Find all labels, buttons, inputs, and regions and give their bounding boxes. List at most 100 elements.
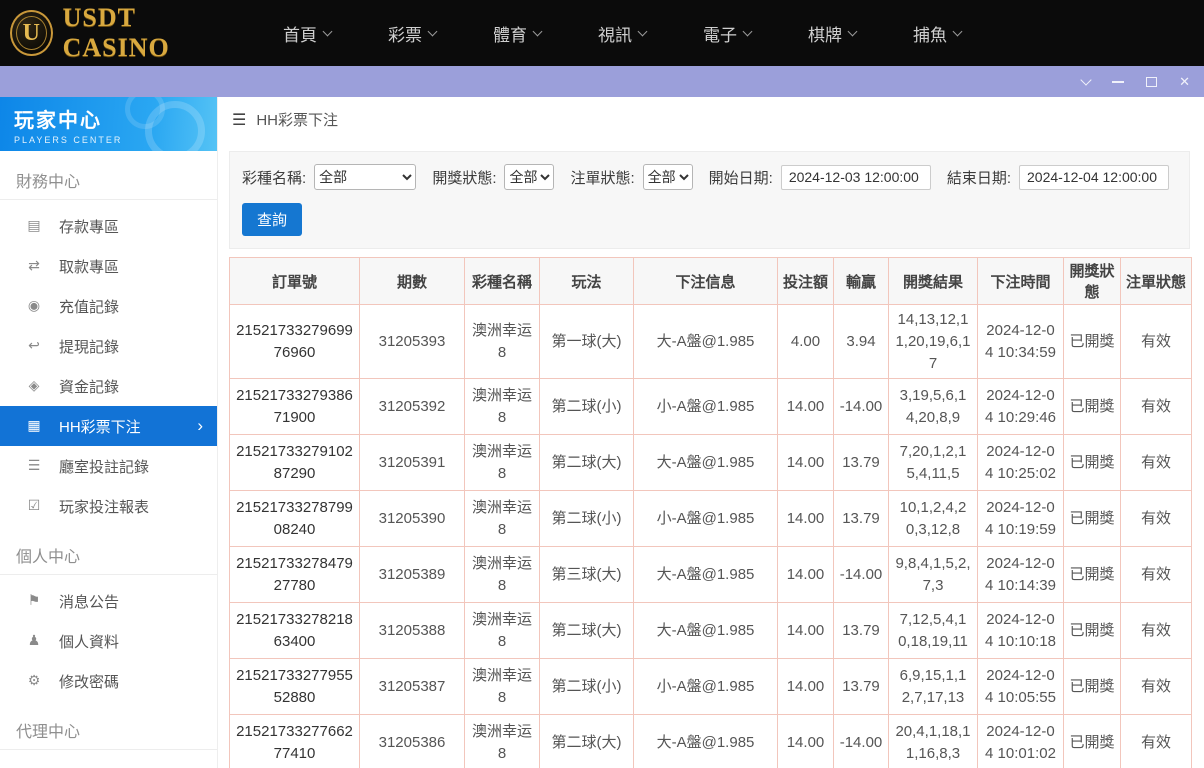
sidebar-item-label: 廳室投註記錄 <box>59 458 150 476</box>
table-cell: 2024-12-04 10:34:59 <box>977 303 1064 380</box>
table-cell: 14.00 <box>777 658 834 716</box>
start-date-input[interactable] <box>780 164 931 190</box>
chevron-down-icon <box>952 26 963 36</box>
table-cell: 有效 <box>1120 714 1192 768</box>
page-title: HH彩票下注 <box>256 111 339 129</box>
column-header: 下注時間 <box>977 257 1064 305</box>
table-cell: 小-A盤@1.985 <box>633 658 778 716</box>
table-cell: 3,19,5,6,14,20,8,9 <box>888 378 978 436</box>
table-row: 2152173327879908240 31205390 澳洲幸运8 第二球(小) 小-… <box>229 490 1192 548</box>
nav-item[interactable]: 捕魚 <box>913 21 963 46</box>
table-cell: 澳洲幸运8 <box>464 658 540 716</box>
table-cell: 有效 <box>1120 303 1192 380</box>
draw-status-select[interactable]: 全部 <box>504 164 555 190</box>
table-cell: 2024-12-04 10:14:39 <box>977 546 1064 604</box>
funds-record-icon: ◈ <box>28 378 40 394</box>
sidebar-item[interactable]: ▧代理規則說明 <box>0 756 217 768</box>
table-cell: 7,12,5,4,10,18,19,11 <box>888 602 978 660</box>
end-date-input[interactable] <box>1019 164 1169 190</box>
table-cell: 澳洲幸运8 <box>464 434 540 492</box>
table-row: 2152173327847927780 31205389 澳洲幸运8 第三球(大) 大-… <box>229 546 1192 604</box>
table-cell: 14.00 <box>777 602 834 660</box>
chevron-down-icon <box>427 26 438 36</box>
hamburger-menu-icon[interactable]: ☰ <box>232 110 246 129</box>
player-report-icon: ☑ <box>27 498 41 514</box>
sidebar-item[interactable]: ♟ 個人資料 <box>0 621 217 661</box>
nav-item[interactable]: 棋牌 <box>808 21 858 46</box>
chevron-down-icon <box>847 26 858 36</box>
table-cell: 大-A盤@1.985 <box>633 303 778 380</box>
table-cell: 2152173327847927780 <box>229 546 360 604</box>
minimize-icon[interactable] <box>1112 80 1125 83</box>
column-header: 開獎狀態 <box>1063 257 1121 305</box>
sidebar-section-label: 代理中心 <box>0 701 217 750</box>
lottery-type-select[interactable]: 全部 <box>314 164 417 190</box>
sidebar-item[interactable]: ⚑ 消息公告 <box>0 581 217 621</box>
nav-item[interactable]: 視訊 <box>598 21 648 46</box>
maximize-icon[interactable] <box>1146 76 1158 87</box>
nav-item[interactable]: 電子 <box>703 21 753 46</box>
table-row: 2152173327766277410 31205386 澳洲幸运8 第二球(大) 大-… <box>229 714 1192 768</box>
table-cell: 第二球(大) <box>539 714 634 768</box>
sidebar-item[interactable]: ☰ 廳室投註記錄 <box>0 446 217 486</box>
sidebar-item[interactable]: ⚙ 修改密碼 <box>0 661 217 701</box>
table-cell: 31205393 <box>359 303 465 380</box>
chevron-down-icon <box>742 26 753 36</box>
sidebar-item[interactable]: ◈ 資金記錄 <box>0 366 217 406</box>
sidebar-item[interactable]: ▤ 存款專區 <box>0 206 217 246</box>
order-status-select[interactable]: 全部 <box>642 164 693 190</box>
hall-bet-records-icon: ☰ <box>27 458 41 474</box>
sidebar-item-label: 玩家投注報表 <box>59 498 150 516</box>
column-header: 輸贏 <box>833 257 889 305</box>
sidebar-item[interactable]: ▦ HH彩票下注 › <box>0 406 217 446</box>
table-cell: 大-A盤@1.985 <box>633 434 778 492</box>
table-cell: 14.00 <box>777 434 834 492</box>
sidebar-item-label: 取款專區 <box>59 258 120 276</box>
table-cell: 已開獎 <box>1063 378 1121 436</box>
close-icon[interactable]: ✕ <box>1179 75 1190 88</box>
nav-item-label: 彩票 <box>388 25 422 45</box>
sidebar-item[interactable]: ☑ 玩家投注報表 <box>0 486 217 526</box>
sidebar-item[interactable]: ↩ 提現記錄 <box>0 326 217 366</box>
nav-item[interactable]: 體育 <box>493 21 543 46</box>
change-password-icon: ⚙ <box>27 673 41 689</box>
table-cell: 2152173327938671900 <box>229 378 360 436</box>
column-header: 注單狀態 <box>1120 257 1192 305</box>
nav-item[interactable]: 首頁 <box>283 21 333 46</box>
sidebar-item-label: 存款專區 <box>59 218 120 236</box>
table-cell: 14.00 <box>777 546 834 604</box>
end-date-label: 結束日期: <box>946 169 1011 187</box>
table-cell: 31205386 <box>359 714 465 768</box>
table-cell: 已開獎 <box>1063 434 1121 492</box>
table-cell: 澳洲幸运8 <box>464 303 540 380</box>
search-button[interactable]: 查詢 <box>242 203 303 236</box>
table-cell: 第二球(小) <box>539 378 634 436</box>
main-nav: 首頁 彩票 體育 視訊 電子 棋牌 捕魚 <box>283 21 963 46</box>
recharge-record-icon: ◉ <box>27 298 41 314</box>
table-cell: 2024-12-04 10:05:55 <box>977 658 1064 716</box>
sidebar-item[interactable]: ◉ 充值記錄 <box>0 286 217 326</box>
sidebar-subtitle: PLAYERS CENTER <box>14 134 123 145</box>
chevron-right-icon: › <box>197 416 203 435</box>
table-cell: 已開獎 <box>1063 714 1121 768</box>
sidebar-section-label: 個人中心 <box>0 526 217 575</box>
coin-letter: U <box>22 19 40 46</box>
column-header: 期數 <box>359 257 465 305</box>
table-cell: 20,4,1,18,11,16,8,3 <box>888 714 978 768</box>
column-header: 下注信息 <box>633 257 778 305</box>
table-cell: 2152173327969976960 <box>229 303 360 380</box>
lottery-type-label: 彩種名稱: <box>242 169 307 187</box>
sidebar-section-label: 財務中心 <box>0 151 217 200</box>
sidebar-item[interactable]: ⇄ 取款專區 <box>0 246 217 286</box>
sidebar-item-label: 修改密碼 <box>59 673 120 691</box>
table-row: 2152173327795552880 31205387 澳洲幸运8 第二球(小) 小-… <box>229 658 1192 716</box>
table-cell: 13.79 <box>833 490 889 548</box>
table-cell: 大-A盤@1.985 <box>633 546 778 604</box>
withdraw-icon: ⇄ <box>28 258 40 274</box>
table-cell: 第二球(大) <box>539 602 634 660</box>
main-content: ☰ HH彩票下注 彩種名稱: 全部 開獎狀態: 全部 注單狀態: 全部 開始日期… <box>217 97 1204 768</box>
logo: U USDT CASINO <box>10 3 235 63</box>
withdraw-record-icon: ↩ <box>28 338 40 354</box>
chevron-down-icon[interactable] <box>1080 73 1092 86</box>
nav-item[interactable]: 彩票 <box>388 21 438 46</box>
